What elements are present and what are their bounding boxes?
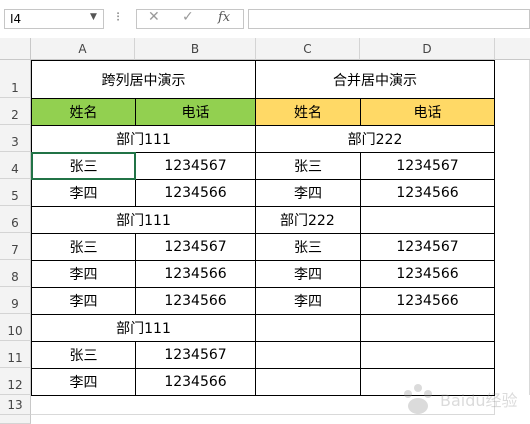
row-header-3[interactable]: 3 [0,125,31,152]
name-box[interactable]: I4 [4,9,104,29]
cell-c11[interactable] [255,341,361,369]
dept-cell-left[interactable]: 部门111 [31,125,256,153]
row-header-12[interactable]: 12 [0,368,31,395]
column-header-b[interactable]: B [135,38,256,60]
cell-a11[interactable]: 张三 [31,341,136,369]
cell-c5[interactable]: 李四 [255,179,361,207]
cell-d7[interactable]: 1234567 [360,233,495,261]
row-header-1[interactable]: 1 [0,60,31,98]
cell-d4[interactable]: 1234567 [360,152,495,180]
cell-a12[interactable]: 李四 [31,368,136,396]
cell-b9[interactable]: 1234566 [135,287,256,315]
cancel-icon[interactable]: ✕ [148,9,160,25]
empty-column-e[interactable] [495,60,530,395]
empty-row-13[interactable] [31,395,495,415]
cell-c7[interactable]: 张三 [255,233,361,261]
column-header-a[interactable]: A [31,38,135,60]
cell-c4[interactable]: 张三 [255,152,361,180]
row-header-6[interactable]: 6 [0,206,31,233]
dept-cell-right-r6[interactable]: 部门222 [255,206,361,234]
more-options-icon: ⁝ [116,10,121,25]
cell-c9[interactable]: 李四 [255,287,361,315]
row-header-14[interactable] [0,415,31,424]
row-header-11[interactable]: 11 [0,341,31,368]
row-header-5[interactable]: 5 [0,179,31,206]
row-header-13[interactable]: 13 [0,395,31,415]
cell-d10[interactable] [360,314,495,342]
cell-c12[interactable] [255,368,361,396]
cell-b12[interactable]: 1234566 [135,368,256,396]
cell-d11[interactable] [360,341,495,369]
column-header-d[interactable]: D [360,38,495,60]
row-header-8[interactable]: 8 [0,260,31,287]
column-header-e[interactable] [495,38,530,60]
row-header-4[interactable]: 4 [0,152,31,179]
insert-function-icon[interactable]: fx [218,10,230,25]
cell-b4[interactable]: 1234567 [135,152,256,180]
cell-a4[interactable]: 张三 [31,152,136,180]
cell-a7[interactable]: 张三 [31,233,136,261]
header-name-left[interactable]: 姓名 [31,98,136,126]
cell-c8[interactable]: 李四 [255,260,361,288]
title-cell-right[interactable]: 合并居中演示 [255,60,495,99]
check-icon[interactable]: ✓ [182,9,194,25]
cell-d5[interactable]: 1234566 [360,179,495,207]
header-phone-left[interactable]: 电话 [135,98,256,126]
cell-a8[interactable]: 李四 [31,260,136,288]
row-header-7[interactable]: 7 [0,233,31,260]
cell-a9[interactable]: 李四 [31,287,136,315]
dept-cell-left-r10[interactable]: 部门111 [31,314,256,342]
header-name-right[interactable]: 姓名 [255,98,361,126]
cell-d8[interactable]: 1234566 [360,260,495,288]
row-header-10[interactable]: 10 [0,314,31,341]
chevron-down-icon[interactable]: ▼ [90,12,97,22]
select-all-corner[interactable] [0,38,31,60]
header-phone-right[interactable]: 电话 [360,98,495,126]
title-cell-left[interactable]: 跨列居中演示 [31,60,256,99]
cell-d9[interactable]: 1234566 [360,287,495,315]
cell-c10[interactable] [255,314,361,342]
cell-b8[interactable]: 1234566 [135,260,256,288]
row-header-2[interactable]: 2 [0,98,31,125]
dept-cell-right[interactable]: 部门222 [255,125,495,153]
cell-b11[interactable]: 1234567 [135,341,256,369]
cell-d6[interactable] [360,206,495,234]
cell-d12[interactable] [360,368,495,396]
formula-input[interactable] [248,9,530,29]
formula-bar: I4 ▼ ⁝ ✕ ✓ fx [0,0,530,38]
column-header-c[interactable]: C [256,38,360,60]
cell-b7[interactable]: 1234567 [135,233,256,261]
dept-cell-left-r6[interactable]: 部门111 [31,206,256,234]
cell-a5[interactable]: 李四 [31,179,136,207]
cell-b5[interactable]: 1234566 [135,179,256,207]
row-header-9[interactable]: 9 [0,287,31,314]
